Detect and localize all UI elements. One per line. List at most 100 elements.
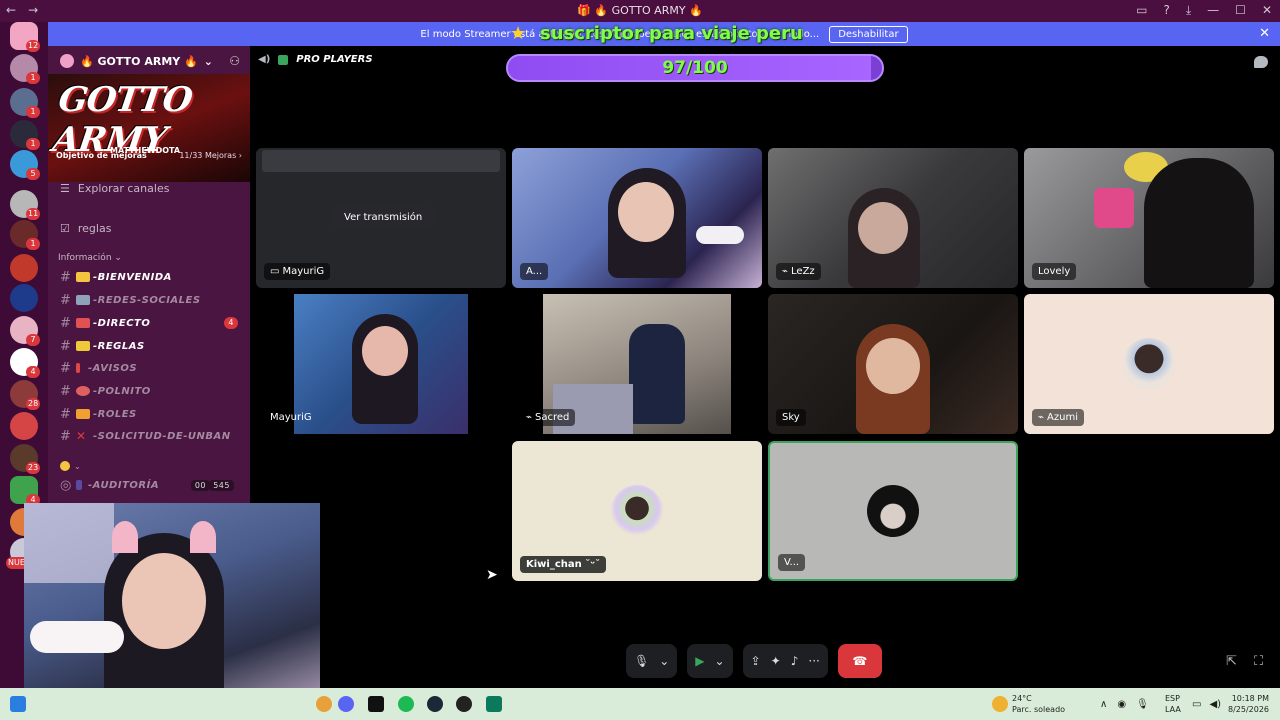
channel-roles[interactable]: # -ROLES — [60, 405, 246, 423]
unread-badge: 4 — [26, 366, 40, 378]
chevron-down-icon[interactable]: ⌄ — [715, 654, 725, 668]
participant-name: MayuriG — [270, 412, 312, 423]
participant-tile-camera[interactable]: A... — [512, 148, 762, 288]
screen-share-icon[interactable]: ⇪ — [751, 654, 761, 668]
camera-control-group: ▶ ⌄ — [687, 644, 733, 678]
participant-tile-camera[interactable]: Sky — [768, 294, 1018, 434]
title-bar: ← → 🎁 🔥 GOTTO ARMY 🔥 ▭ ? ⤓ — ☐ ✕ — [0, 0, 1280, 22]
participant-tile-stream[interactable]: Ver transmisión ▭ MayuriG — [256, 148, 506, 288]
network-icon[interactable]: ◉ — [1117, 699, 1126, 710]
hash-icon: # — [60, 292, 72, 308]
watch-stream-button[interactable]: Ver transmisión — [332, 206, 435, 229]
server-header[interactable]: 🔥 GOTTO ARMY 🔥 ⌄ ⚇ — [48, 46, 250, 76]
participant-tile-avatar[interactable]: ⌁ Azumi — [1024, 294, 1274, 434]
weather-widget[interactable]: 24°C Parc. soleado — [992, 688, 1065, 720]
boost-goal-label: Objetivo de mejoras — [56, 150, 147, 160]
minimize-button[interactable]: — — [1207, 3, 1219, 18]
participant-tile-camera[interactable]: Lovely — [1024, 148, 1274, 288]
volume-icon[interactable]: ◀) — [1209, 699, 1221, 710]
tray-chevron-icon[interactable]: ∧ — [1100, 699, 1107, 710]
inbox-icon[interactable]: ▭ — [1136, 3, 1147, 18]
hash-icon: # — [60, 406, 72, 422]
participant-name: A... — [526, 266, 543, 277]
clock[interactable]: 10:18 PM 8/25/2026 — [1228, 688, 1269, 720]
popout-icon[interactable]: ⇱ — [1226, 654, 1237, 669]
category-emoji[interactable]: ⌄ — [60, 457, 246, 475]
window-controls: ▭ ? ⤓ — ☐ ✕ — [1136, 3, 1272, 18]
person-silhouette — [1144, 158, 1254, 288]
disable-streamer-mode-button[interactable]: Deshabilitar — [829, 25, 908, 43]
channel-bienvenida[interactable]: # -BIENVENIDA — [60, 268, 246, 286]
close-window-button[interactable]: ✕ — [1262, 3, 1272, 18]
user-avatar — [611, 485, 663, 537]
participant-tile-avatar[interactable]: Kiwi_chan ˘ᵕ˘ — [512, 441, 762, 581]
microphone-icon[interactable]: 🎙 — [1136, 699, 1149, 710]
channel-directo[interactable]: # -DIRECTO 4 — [60, 314, 246, 332]
channel-solicitud-de-unban[interactable]: # ✕ -SOLICITUD-DE-UNBAN — [60, 427, 246, 445]
server-icon[interactable] — [10, 284, 38, 312]
taskbar: 24°C Parc. soleado ∧ ◉ 🎙 ESP LAA ▭ ◀) 10… — [0, 688, 1280, 720]
participant-name: Sacred — [535, 412, 570, 423]
browser-icon[interactable] — [316, 696, 332, 712]
display-icon[interactable]: ▭ — [1192, 699, 1201, 710]
chevron-down-icon[interactable]: ⌄ — [659, 654, 669, 668]
activities-icon[interactable]: ✦ — [771, 654, 781, 668]
fullscreen-icon[interactable]: ⛶ — [1254, 654, 1263, 669]
end-call-button[interactable]: ☎ — [837, 644, 882, 678]
close-icon[interactable]: ✕ — [1259, 26, 1270, 41]
server-icon[interactable] — [10, 254, 38, 282]
emoji-icon — [76, 295, 90, 305]
participant-label: Sky — [776, 409, 806, 426]
participant-tile-camera[interactable]: MayuriG — [256, 294, 506, 434]
unread-badge: 11 — [26, 208, 41, 220]
boost-goal[interactable]: Objetivo de mejoras 11/33 Mejoras › — [56, 144, 242, 166]
help-icon[interactable]: ? — [1163, 3, 1169, 18]
participant-name: Sky — [782, 412, 800, 423]
windows-start-icon[interactable] — [10, 696, 26, 712]
soundboard-icon[interactable]: ♪ — [791, 654, 799, 668]
steam-icon[interactable] — [427, 696, 443, 712]
maximize-button[interactable]: ☐ — [1235, 3, 1246, 18]
participant-tile-camera[interactable]: ⌁ LeZz — [768, 148, 1018, 288]
discord-icon[interactable] — [338, 696, 354, 712]
category-label: Información — [58, 253, 112, 263]
channel-reglas[interactable]: # -REGLAS — [60, 337, 246, 355]
obs-icon[interactable] — [368, 696, 384, 712]
language-indicator[interactable]: ESP LAA — [1165, 688, 1181, 720]
channel-name: -AVISOS — [88, 362, 138, 374]
voice-channel-auditoria[interactable]: ◎ -AUDITORÍA 00 545 — [60, 476, 246, 494]
user-avatar — [1123, 338, 1175, 390]
add-member-icon[interactable]: ⚇ — [229, 54, 240, 68]
microphone-shape — [30, 621, 124, 653]
more-options-icon[interactable]: ··· — [808, 654, 819, 668]
rules-channel[interactable]: ☑ reglas — [60, 222, 111, 235]
participant-tile-avatar-speaking[interactable]: V... — [768, 441, 1018, 581]
chevron-right-icon: › — [238, 150, 242, 160]
hash-icon: # — [60, 360, 72, 376]
app-icon[interactable] — [456, 696, 472, 712]
participant-tile-camera[interactable]: ⌁ Sacred — [512, 294, 762, 434]
spotify-icon[interactable] — [398, 696, 414, 712]
microphone-icon[interactable]: 🎙 — [634, 654, 649, 668]
unread-badge: 5 — [26, 168, 40, 180]
camera-icon[interactable]: ▶ — [695, 654, 704, 668]
channel-redes-sociales[interactable]: # -REDES-SOCIALES — [60, 291, 246, 309]
channel-polnito[interactable]: # -POLNITO — [60, 382, 246, 400]
hash-icon: # — [60, 383, 72, 399]
explore-channels[interactable]: ☰ Explorar canales — [60, 182, 169, 195]
clock-date: 8/25/2026 — [1228, 705, 1270, 714]
face-shape — [362, 326, 408, 376]
app-icon[interactable] — [486, 696, 502, 712]
channel-avisos[interactable]: # -AVISOS — [60, 359, 246, 377]
system-tray: ∧ ◉ 🎙 — [1100, 688, 1149, 720]
emoji-icon — [60, 461, 70, 471]
category-informacion[interactable]: Información ⌄ — [58, 253, 122, 263]
download-icon[interactable]: ⤓ — [1186, 3, 1191, 18]
call-channel-name: PRO PLAYERS — [296, 54, 373, 65]
goal-progress-bar: 97/100 — [506, 54, 884, 82]
server-icon[interactable] — [10, 412, 38, 440]
voice-channel-icon: ◀) — [258, 54, 271, 65]
chat-icon[interactable] — [1254, 56, 1268, 68]
microphone-shape — [696, 226, 744, 244]
hash-icon: # — [60, 338, 72, 354]
